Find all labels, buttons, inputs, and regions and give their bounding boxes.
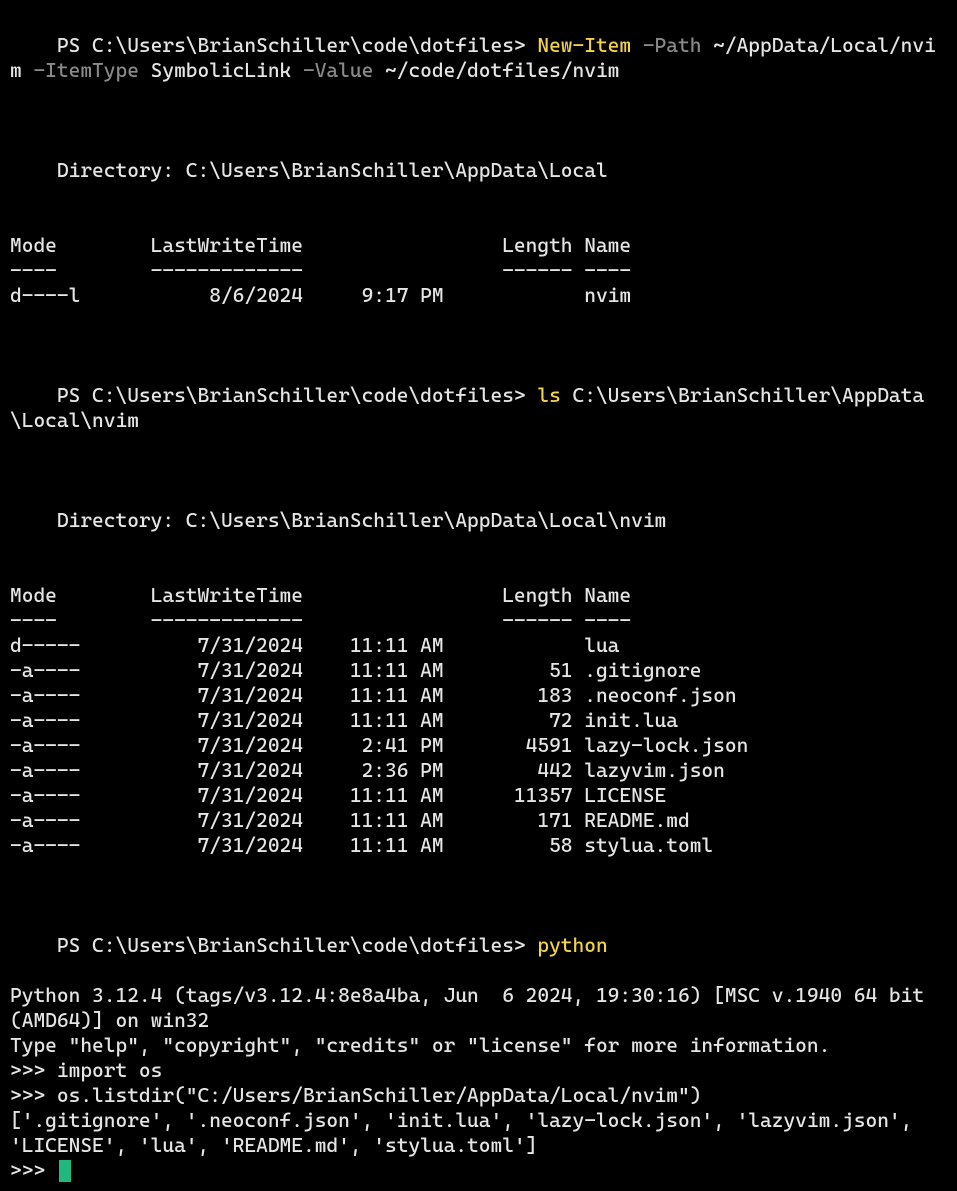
param-value: -Value xyxy=(291,58,385,82)
param-path: -Path xyxy=(631,33,713,57)
table-row: -a----7/31/202411:11 AM183.neoconf.json xyxy=(10,683,947,708)
cmd-ls: ls xyxy=(537,383,560,407)
command-line-1: PS C:\Users\BrianSchiller\code\dotfiles>… xyxy=(10,8,947,108)
ps-prompt: PS C:\Users\BrianSchiller\code\dotfiles> xyxy=(57,33,537,57)
col-mode: Mode xyxy=(10,583,151,608)
table-row: d-----7/31/202411:11 AMlua xyxy=(10,633,947,658)
col-mode: Mode xyxy=(10,233,151,258)
cmd-python: python xyxy=(537,933,607,957)
table-row: -a----7/31/202411:11 AM58stylua.toml xyxy=(10,833,947,858)
python-output: ['.gitignore', '.neoconf.json', 'init.lu… xyxy=(10,1108,947,1158)
table-1-sep: ---- ------------- ------ ---- xyxy=(10,258,947,283)
col-lwt: LastWriteTime xyxy=(151,583,327,608)
param-itemtype: -ItemType xyxy=(33,58,150,82)
table-2-sep: ---- ------------- ------ ---- xyxy=(10,608,947,633)
col-length: Length xyxy=(455,583,584,608)
col-length: Length xyxy=(455,233,584,258)
command-line-2: PS C:\Users\BrianSchiller\code\dotfiles>… xyxy=(10,358,947,458)
col-name: Name xyxy=(584,583,947,608)
value-itemtype: SymbolicLink xyxy=(151,58,292,82)
command-line-3: PS C:\Users\BrianSchiller\code\dotfiles>… xyxy=(10,908,947,983)
table-row: -a----7/31/20242:41 PM4591lazy-lock.json xyxy=(10,733,947,758)
python-prompt-current[interactable]: >>> xyxy=(10,1158,947,1183)
python-line-1: >>> import os xyxy=(10,1058,947,1083)
python-banner: Python 3.12.4 (tags/v3.12.4:8e8a4ba, Jun… xyxy=(10,983,947,1033)
ps-prompt: PS C:\Users\BrianSchiller\code\dotfiles> xyxy=(57,383,537,407)
directory-label-2: Directory: C:\Users\BrianSchiller\AppDat… xyxy=(10,508,947,533)
table-row: d----l8/6/20249:17 PMnvim xyxy=(10,283,947,308)
table-row: -a----7/31/20242:36 PM442lazyvim.json xyxy=(10,758,947,783)
table-row: -a----7/31/202411:11 AM51.gitignore xyxy=(10,658,947,683)
table-1-header: Mode LastWriteTime Length Name xyxy=(10,233,947,258)
value-target: ~/code/dotfiles/nvim xyxy=(385,58,619,82)
col-name: Name xyxy=(584,233,947,258)
python-line-2: >>> os.listdir("C:/Users/BrianSchiller/A… xyxy=(10,1083,947,1108)
table-row: -a----7/31/202411:11 AM11357LICENSE xyxy=(10,783,947,808)
col-lwt: LastWriteTime xyxy=(151,233,327,258)
cmdlet-newitem: New-Item xyxy=(537,33,631,57)
table-row: -a----7/31/202411:11 AM171README.md xyxy=(10,808,947,833)
table-row: -a----7/31/202411:11 AM72init.lua xyxy=(10,708,947,733)
directory-label-1: Directory: C:\Users\BrianSchiller\AppDat… xyxy=(10,158,947,183)
terminal[interactable]: PS C:\Users\BrianSchiller\code\dotfiles>… xyxy=(10,8,947,1183)
python-help: Type "help", "copyright", "credits" or "… xyxy=(10,1033,947,1058)
cursor-icon xyxy=(59,1160,71,1182)
table-2-header: Mode LastWriteTime Length Name xyxy=(10,583,947,608)
ps-prompt: PS C:\Users\BrianSchiller\code\dotfiles> xyxy=(57,933,537,957)
